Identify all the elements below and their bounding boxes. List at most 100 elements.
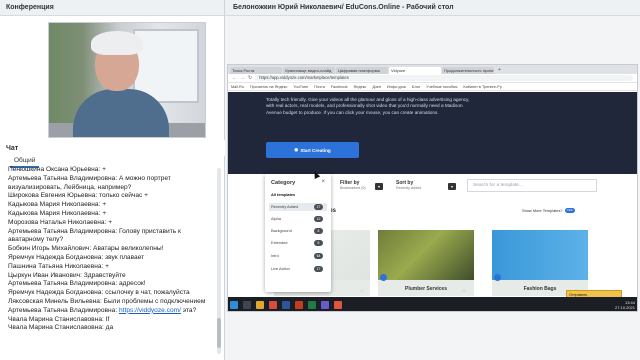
browser-tab[interactable]: Vidyoze [389, 67, 441, 74]
windows-taskbar: 13:44 27.10.2021 [228, 297, 637, 311]
bookmark-item[interactable]: Почта [314, 85, 325, 89]
bookmark-item[interactable]: Facebook [331, 85, 348, 89]
browser-tab[interactable]: Хранилище видео-слайд [283, 67, 335, 74]
conference-pod-title: Конференция [0, 0, 224, 16]
chat-message: Ляксовская Минель Вильевна: Были проблем… [8, 298, 215, 307]
chat-message: Кадыкова Мария Николаевна: + [8, 201, 215, 210]
clock-date: 27.10.2021 [614, 305, 635, 310]
chat-message-author: Широкова Евгения Юрьевна: [8, 192, 98, 200]
chat-message-text: If [103, 315, 110, 323]
template-name: Plumber Services [405, 286, 447, 292]
chat-message-author: Артемьева Татьяна Владимировна: [8, 306, 118, 314]
bookmark-icon[interactable] [380, 274, 387, 281]
category-dropdown: Category × All templates Recently Added 27… [265, 174, 331, 292]
chat-message-link[interactable]: https://viddyoze.com/ [119, 307, 181, 314]
category-item[interactable]: Recently Added 27 [269, 203, 327, 211]
windows-start-icon[interactable] [230, 301, 238, 309]
browser-tab[interactable]: Цифровая платформа [336, 67, 388, 74]
sort-by[interactable]: Sort by Recently Added [396, 180, 421, 190]
template-card[interactable]: Plumber Services [378, 230, 474, 296]
browser-tab[interactable]: Продолжительность проекта [442, 67, 494, 74]
chat-message: Пашнина Татьяна Николаевна: + [8, 263, 215, 272]
bookmark-item[interactable]: Инфо-урок [387, 85, 406, 89]
category-item[interactable]: Intro 64 [269, 252, 327, 260]
powerpoint-icon[interactable] [295, 301, 303, 309]
chat-message-author: Яремчук Надежда Богдановна: [8, 289, 104, 297]
yandex-icon[interactable] [334, 301, 342, 309]
chat-scrollbar-thumb[interactable] [217, 318, 221, 348]
app-icon[interactable] [321, 301, 329, 309]
chat-message-author: Артемьева Татьяна Владимировна: [8, 174, 118, 182]
category-item[interactable]: Live Action 17 [269, 265, 327, 273]
bookmark-item[interactable]: Прочитать на Яндекс [250, 85, 288, 89]
bookmark-item[interactable]: Кабинет в Тренинг-Ру [463, 85, 501, 89]
chat-message-text: + [100, 166, 106, 173]
bookmark-item[interactable]: Дзен [372, 85, 381, 89]
bookmark-item[interactable]: Учебные пособия [426, 85, 457, 89]
chat-message-text: звук плавает [103, 253, 145, 261]
chat-message-author: Ляксовская Минель Вильевна: [8, 297, 102, 305]
chat-message: Пенюшкина Оксана Юрьевна: + [8, 166, 215, 175]
sort-chevron-icon[interactable]: ▾ [448, 183, 456, 190]
new-tab-button[interactable]: + [495, 67, 504, 74]
chrome-icon[interactable] [269, 301, 277, 309]
category-title: Category [271, 180, 296, 186]
bookmark-item[interactable]: YouTube [293, 85, 308, 89]
webcam-video [48, 22, 206, 138]
category-item-label: All templates [271, 192, 296, 197]
template-search-input[interactable]: Search for a template... [467, 179, 597, 192]
chat-scrollbar[interactable] [217, 168, 221, 354]
heart-icon[interactable]: ♡ [360, 289, 364, 295]
app-root: Конференция Чат Общий Пенюшкина Оксана Ю… [0, 0, 640, 360]
category-item[interactable]: Alpha 12 [269, 215, 327, 223]
category-item-label: Extended [271, 240, 288, 245]
bookmark-item[interactable]: Яндекс [354, 85, 367, 89]
category-item[interactable]: All templates [269, 191, 327, 199]
reload-icon[interactable]: ↻ [248, 75, 252, 81]
template-card[interactable]: Fashion Bags [492, 230, 588, 296]
chat-message-text: + [100, 209, 107, 217]
start-creating-button[interactable]: ◉ Start Creating [266, 142, 359, 158]
close-icon[interactable]: × [321, 179, 325, 185]
chat-message-author: Пенюшкина Оксана Юрьевна: [8, 166, 101, 173]
forward-icon[interactable]: → [240, 75, 245, 81]
category-item-label: Recently Added [271, 204, 299, 209]
bookmark-item[interactable]: Блог [412, 85, 420, 89]
chat-message-text: Аватары великолепны! [91, 245, 164, 253]
chat-message-author: Чвала Марина Станиславовна: [8, 324, 104, 332]
bookmark-item[interactable]: Mail.Ru [231, 85, 244, 89]
category-item[interactable]: Background 8 [269, 227, 327, 235]
show-more-toggle[interactable]: YES [564, 208, 575, 213]
chat-message: Кадыкова Мария Николаевна: + [8, 210, 215, 219]
chat-message-text: адресок! [117, 280, 146, 288]
screen-share-title: Белоножкин Юрий Николаевич/ EduCons.Onli… [225, 0, 640, 16]
chat-message-author: Артемьева Татьяна Владимировна: [8, 280, 118, 288]
filter-by-value: Bookmarked (0) [340, 186, 366, 190]
bookmark-icon[interactable] [494, 274, 501, 281]
word-icon[interactable] [282, 301, 290, 309]
search-icon[interactable] [243, 301, 251, 309]
chat-message: Артемьева Татьяна Владимировна: А можно … [8, 175, 215, 193]
category-item-label: Intro [271, 253, 279, 258]
category-item[interactable]: Extended 5 [269, 239, 327, 247]
chat-message-author: Морозова Наталья Николаевна: [8, 218, 107, 226]
url-field[interactable]: https://app.viddyoze.com/marketplace/tem… [255, 75, 633, 81]
chat-message-author: Артемьева Татьяна Владимировна: [8, 227, 118, 235]
system-clock: 13:44 27.10.2021 [615, 300, 635, 310]
left-panel: Конференция Чат Общий Пенюшкина Оксана Ю… [0, 0, 225, 360]
filter-chevron-icon[interactable]: ▾ [375, 183, 383, 190]
chat-message-text: Здравствуйте [81, 271, 126, 279]
sort-by-value: Recently Added [396, 186, 422, 190]
browser-tab[interactable]: Точка Роста [230, 67, 282, 74]
excel-icon[interactable] [308, 301, 316, 309]
chat-message-text: + [106, 218, 113, 226]
chat-message-author: Цыркун Иван Иванович: [8, 271, 82, 279]
folder-icon[interactable] [256, 301, 264, 309]
heart-icon[interactable]: ♡ [462, 289, 466, 295]
shared-desktop: Точка Роста Хранилище видео-слайд Цифровая… [227, 64, 638, 312]
category-item-label: Live Action [271, 266, 290, 271]
category-item-label: Alpha [271, 216, 281, 221]
browser-tab-strip: Точка Роста Хранилище видео-слайд Цифровая… [228, 65, 637, 74]
back-icon[interactable]: ← [232, 75, 237, 81]
filter-by[interactable]: Filter by Bookmarked (0) [340, 180, 366, 190]
